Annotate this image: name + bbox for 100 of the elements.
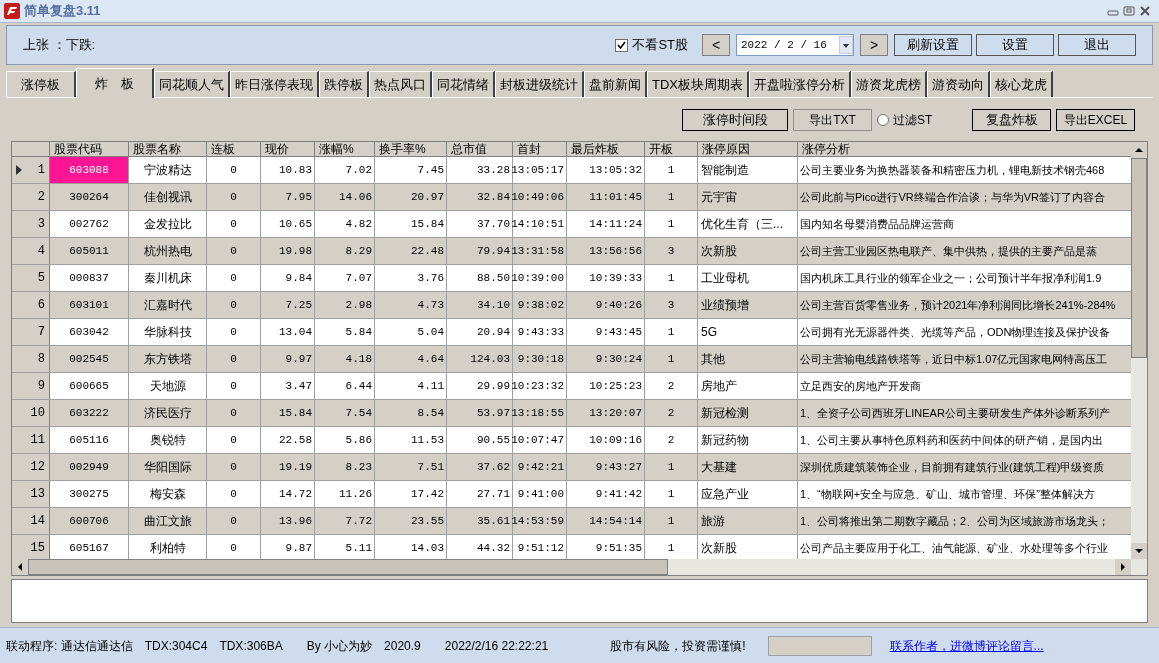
table-cell: 5G bbox=[698, 319, 798, 345]
table-cell: 3.76 bbox=[375, 265, 447, 291]
tab[interactable]: 昨日涨停表现 bbox=[230, 71, 319, 97]
checkbox[interactable] bbox=[615, 38, 629, 52]
column-header[interactable]: 连板 bbox=[207, 142, 261, 156]
next-date-button[interactable]: > bbox=[860, 34, 888, 56]
column-header[interactable]: 涨幅% bbox=[315, 142, 375, 156]
table-cell: 0 bbox=[207, 265, 261, 291]
radio-button[interactable] bbox=[877, 113, 889, 126]
table-cell: 房地产 bbox=[698, 373, 798, 399]
column-header[interactable]: 开板 bbox=[645, 142, 698, 156]
table-cell: 国内机床工具行业的领军企业之一；公司预计半年报净利润1.9 bbox=[798, 265, 1131, 291]
dropdown-icon[interactable] bbox=[839, 36, 853, 54]
table-cell: 7.02 bbox=[315, 157, 375, 183]
export-txt-button[interactable]: 导出TXT bbox=[793, 108, 872, 131]
contact-author-link[interactable]: 联系作者，进微博评论留言... bbox=[889, 636, 1044, 655]
column-header[interactable]: 现价 bbox=[261, 142, 315, 156]
scroll-down-icon[interactable] bbox=[1131, 543, 1147, 559]
table-cell: 1、公司主要从事特色原料药和医药中间体的研产销，是国内出 bbox=[798, 427, 1131, 453]
column-header[interactable]: 股票代码 bbox=[50, 142, 129, 156]
scroll-thumb[interactable] bbox=[1131, 158, 1147, 358]
row-number: 7 bbox=[37, 324, 45, 341]
previous-date-button[interactable]: < bbox=[702, 34, 730, 56]
table-cell: 金发拉比 bbox=[129, 211, 207, 237]
row-number: 15 bbox=[30, 540, 45, 557]
tab[interactable]: 游资动向 bbox=[927, 71, 990, 97]
scroll-left-icon[interactable] bbox=[12, 559, 28, 575]
table-cell: 新冠药物 bbox=[698, 427, 798, 453]
row-number: 8 bbox=[37, 351, 45, 368]
table-cell: 605116 bbox=[50, 427, 129, 453]
exit-button[interactable]: 退出 bbox=[1058, 34, 1136, 56]
tab[interactable]: 跌停板 bbox=[319, 71, 369, 97]
table-cell: 公司拥有光无源器件类、光缆等产品，ODN物理连接及保护设备 bbox=[798, 319, 1131, 345]
tab[interactable]: 热点风口 bbox=[369, 71, 432, 97]
table-cell: 90.55 bbox=[447, 427, 513, 453]
table-cell: 0 bbox=[207, 427, 261, 453]
memo-field[interactable] bbox=[11, 579, 1148, 623]
table-cell: 天地源 bbox=[129, 373, 207, 399]
column-header[interactable]: 股票名称 bbox=[129, 142, 207, 156]
table-cell: 1 bbox=[645, 535, 698, 559]
table-cell: 13:05:17 bbox=[513, 157, 567, 183]
table-cell: 10:23:32 bbox=[513, 373, 567, 399]
tab[interactable]: 封板进级统计 bbox=[495, 71, 584, 97]
tab[interactable]: 同花情绪 bbox=[432, 71, 495, 97]
table-cell: 14:53:59 bbox=[513, 508, 567, 534]
maximize-icon[interactable] bbox=[1123, 6, 1135, 16]
vertical-scrollbar[interactable] bbox=[1131, 142, 1147, 559]
settings-button[interactable]: 设置 bbox=[976, 34, 1054, 56]
scroll-thumb[interactable] bbox=[28, 559, 668, 575]
tab[interactable]: 同花顺人气 bbox=[154, 71, 230, 97]
table-cell: 5.86 bbox=[315, 427, 375, 453]
column-header[interactable]: 换手率% bbox=[375, 142, 447, 156]
close-icon[interactable] bbox=[1139, 6, 1151, 16]
table-cell: 13:31:58 bbox=[513, 238, 567, 264]
tab[interactable]: 炸 板 bbox=[76, 68, 154, 98]
column-header[interactable]: 涨停原因 bbox=[698, 142, 798, 156]
table-cell: 公司主要业务为换热器装备和精密压力机，锂电新技术钢壳468 bbox=[798, 157, 1131, 183]
radio-label: 过滤ST bbox=[893, 111, 933, 129]
checkbox-label: 不看ST股 bbox=[632, 36, 688, 55]
table-cell: 6.44 bbox=[315, 373, 375, 399]
scroll-up-icon[interactable] bbox=[1131, 142, 1147, 158]
export-excel-button[interactable]: 导出EXCEL bbox=[1056, 108, 1135, 131]
table-cell: 元宇宙 bbox=[698, 184, 798, 210]
table-cell: 大基建 bbox=[698, 454, 798, 480]
table-cell: 10:09:16 bbox=[567, 427, 645, 453]
tab[interactable]: 核心龙虎 bbox=[990, 71, 1053, 97]
date-picker[interactable]: 2022 / 2 / 16 bbox=[736, 34, 854, 56]
table-cell: 4.11 bbox=[375, 373, 447, 399]
table-cell: 7.45 bbox=[375, 157, 447, 183]
row-number: 6 bbox=[37, 297, 45, 314]
refresh-settings-button[interactable]: 刷新设置 bbox=[894, 34, 972, 56]
table-cell: 27.71 bbox=[447, 481, 513, 507]
tab[interactable]: TDX板块周期表 bbox=[647, 71, 749, 97]
row-number: 1 bbox=[37, 162, 45, 179]
table-cell: 37.70 bbox=[447, 211, 513, 237]
tab[interactable]: 盘前新闻 bbox=[584, 71, 647, 97]
column-header[interactable]: 首封 bbox=[513, 142, 567, 156]
table-cell: 10.65 bbox=[261, 211, 315, 237]
table-cell: 9.84 bbox=[261, 265, 315, 291]
row-number: 3 bbox=[37, 216, 45, 233]
status-text: By 小心为妙 bbox=[306, 637, 373, 655]
tab[interactable]: 开盘啦涨停分析 bbox=[749, 71, 851, 97]
table-cell: 宁波精达 bbox=[129, 157, 207, 183]
horizontal-scrollbar[interactable] bbox=[12, 559, 1147, 575]
tab[interactable]: 游资龙虎榜 bbox=[851, 71, 927, 97]
table-cell: 1 bbox=[645, 157, 698, 183]
column-header[interactable]: 最后炸板 bbox=[567, 142, 645, 156]
table-cell: 14:10:51 bbox=[513, 211, 567, 237]
table-cell: 14:11:24 bbox=[567, 211, 645, 237]
table-cell: 605167 bbox=[50, 535, 129, 559]
time-period-button[interactable]: 涨停时间段 bbox=[682, 108, 788, 131]
replay-button[interactable]: 复盘炸板 bbox=[972, 108, 1051, 131]
row-number: 10 bbox=[30, 405, 45, 422]
table-cell: 优化生育（三... bbox=[698, 211, 798, 237]
table-cell: 国内知名母婴消费品品牌运营商 bbox=[798, 211, 1131, 237]
tab[interactable]: 涨停板 bbox=[6, 71, 76, 97]
table-cell: 立足西安的房地产开发商 bbox=[798, 373, 1131, 399]
table-cell: 300275 bbox=[50, 481, 129, 507]
scroll-right-icon[interactable] bbox=[1115, 559, 1131, 575]
column-header[interactable]: 总市值 bbox=[447, 142, 513, 156]
